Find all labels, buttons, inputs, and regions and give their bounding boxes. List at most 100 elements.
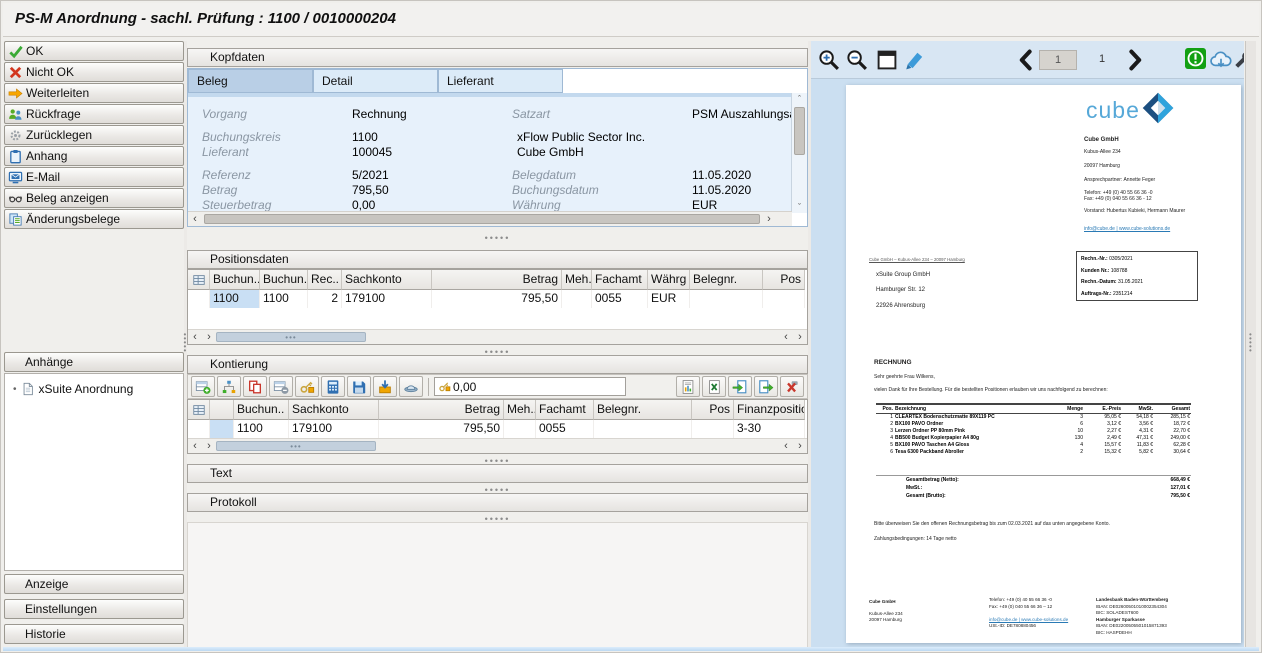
column-header[interactable]: Pos <box>763 270 805 290</box>
next-page-icon[interactable] <box>1123 48 1147 72</box>
right-collapse-strip[interactable]: ••••• <box>1245 41 1256 648</box>
row-selector-cell[interactable] <box>188 290 210 308</box>
column-header[interactable]: Meh.. <box>504 400 536 420</box>
column-header[interactable]: Rec.. <box>308 270 342 290</box>
table-settings-cell[interactable] <box>188 270 210 290</box>
kopfdaten-horizontal-scrollbar[interactable]: ‹ › <box>188 211 792 226</box>
table-cell[interactable]: 179100 <box>342 290 432 308</box>
scrollbar-thumb[interactable]: ••• <box>216 332 366 342</box>
highlighter-icon[interactable] <box>903 48 927 72</box>
scrollbar-thumb[interactable]: ••• <box>216 441 376 451</box>
tab-beleg[interactable]: Beleg <box>188 69 313 93</box>
column-header[interactable]: Pos <box>692 400 734 420</box>
table-cell[interactable]: 1100 <box>260 290 308 308</box>
distribute-button[interactable] <box>217 376 241 397</box>
row-selector-cell[interactable] <box>188 420 210 438</box>
column-header[interactable]: Buchun.. <box>234 400 289 420</box>
scroll-left-icon[interactable]: ‹ <box>779 440 793 452</box>
status-alert-icon[interactable] <box>1185 48 1206 69</box>
scroll-right-icon[interactable]: › <box>793 331 807 343</box>
table-cell[interactable] <box>594 420 692 438</box>
column-header[interactable]: Betrag <box>432 270 562 290</box>
table-settings-cell[interactable] <box>188 400 210 420</box>
assign-key-button[interactable] <box>295 376 319 397</box>
scroll-right-icon[interactable]: › <box>762 213 776 225</box>
table-cell[interactable]: 2 <box>308 290 342 308</box>
tools-wrench-icon[interactable] <box>1232 48 1244 72</box>
table-cell[interactable]: 795,50 <box>432 290 562 308</box>
action-button-zur-cklegen[interactable]: Zurücklegen <box>4 125 184 145</box>
table-cell[interactable] <box>690 290 763 308</box>
page-number-input[interactable]: 1 <box>1039 50 1077 70</box>
scrollbar-thumb[interactable] <box>794 107 805 155</box>
section-splitter[interactable]: ••••• <box>187 233 808 243</box>
column-header[interactable]: Betrag <box>379 400 504 420</box>
table-row[interactable]: 110011002179100795,500055EUR <box>188 290 807 308</box>
insert-template-button[interactable] <box>373 376 397 397</box>
action-button--nderungsbelege[interactable]: Änderungsbelege <box>4 209 184 229</box>
zoom-out-icon[interactable] <box>845 48 869 72</box>
zoom-in-icon[interactable] <box>817 48 841 72</box>
attachments-header-button[interactable]: Anhänge <box>4 352 184 372</box>
table-cell[interactable] <box>562 290 592 308</box>
table-row[interactable]: 1100179100795,5000553-30 <box>188 420 807 438</box>
column-header[interactable]: Fachamt <box>592 270 648 290</box>
scroll-left-icon[interactable]: ‹ <box>188 331 202 343</box>
column-header[interactable]: Finanzposition <box>734 400 805 420</box>
column-header[interactable]: Buchun.. <box>260 270 308 290</box>
export-file-button[interactable] <box>754 376 778 397</box>
scroll-right-icon[interactable]: › <box>202 331 216 343</box>
table-horizontal-scrollbar[interactable]: ‹›•••‹› <box>188 329 807 344</box>
calculator-button[interactable] <box>321 376 345 397</box>
action-button-e-mail[interactable]: E-Mail <box>4 167 184 187</box>
cloud-download-icon[interactable] <box>1209 48 1233 72</box>
table-cell[interactable]: EUR <box>648 290 690 308</box>
table-cell[interactable]: 0055 <box>536 420 594 438</box>
add-row-button[interactable] <box>191 376 215 397</box>
tab-detail[interactable]: Detail <box>313 69 438 93</box>
row-selector-cell[interactable] <box>210 420 234 438</box>
action-button-anhang[interactable]: Anhang <box>4 146 184 166</box>
table-cell[interactable]: 0055 <box>592 290 648 308</box>
kopfdaten-vertical-scrollbar[interactable]: ˆ ˇ <box>791 93 807 213</box>
scroll-left-icon[interactable]: ‹ <box>779 331 793 343</box>
column-header[interactable]: Belegnr. <box>690 270 763 290</box>
previous-page-icon[interactable] <box>1014 48 1038 72</box>
splitter-handle-icon[interactable]: ••••• <box>1249 333 1253 353</box>
action-button-nicht-ok[interactable]: Nicht OK <box>4 62 184 82</box>
table-cell[interactable]: 1100 <box>210 290 260 308</box>
scroll-right-icon[interactable]: › <box>202 440 216 452</box>
column-header[interactable]: Buchun.. <box>210 270 260 290</box>
table-horizontal-scrollbar[interactable]: ‹›•••‹› <box>188 438 807 453</box>
column-header[interactable]: Fachamt <box>536 400 594 420</box>
table-cell[interactable]: 179100 <box>289 420 379 438</box>
simulate-button[interactable] <box>399 376 423 397</box>
column-header[interactable]: Sachkonto <box>289 400 379 420</box>
excel-export-button[interactable] <box>702 376 726 397</box>
action-button-beleg-anzeigen[interactable]: Beleg anzeigen <box>4 188 184 208</box>
action-button-ok[interactable]: OK <box>4 41 184 61</box>
column-header[interactable]: Meh.. <box>562 270 592 290</box>
anzeige-button[interactable]: Anzeige <box>4 574 184 594</box>
scroll-right-icon[interactable]: › <box>793 440 807 452</box>
table-cell[interactable] <box>504 420 536 438</box>
amount-field[interactable]: 0,00 <box>434 377 626 396</box>
remove-row-button[interactable] <box>269 376 293 397</box>
table-cell[interactable]: 795,50 <box>379 420 504 438</box>
scroll-left-icon[interactable]: ‹ <box>188 440 202 452</box>
fit-page-icon[interactable] <box>875 48 899 72</box>
delete-assignment-button[interactable] <box>780 376 804 397</box>
table-cell[interactable] <box>692 420 734 438</box>
table-cell[interactable] <box>763 290 805 308</box>
report-button[interactable] <box>676 376 700 397</box>
scroll-left-icon[interactable]: ‹ <box>188 213 202 225</box>
historie-button[interactable]: Historie <box>4 624 184 644</box>
column-header[interactable]: Währg <box>648 270 690 290</box>
einstellungen-button[interactable]: Einstellungen <box>4 599 184 619</box>
tab-lieferant[interactable]: Lieferant <box>438 69 563 93</box>
save-button[interactable] <box>347 376 371 397</box>
row-selector-cell[interactable] <box>210 400 234 420</box>
scroll-down-icon[interactable]: ˇ <box>792 201 807 213</box>
attachment-item[interactable]: • xSuite Anordnung <box>5 374 183 396</box>
scrollbar-thumb[interactable] <box>204 214 760 224</box>
